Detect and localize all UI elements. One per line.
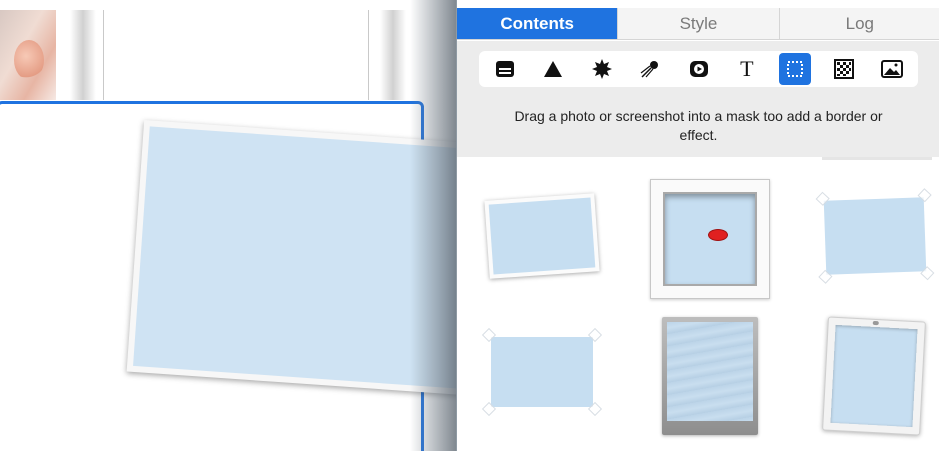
- mask-shadow-box-frame[interactable]: [650, 179, 770, 299]
- tab-log[interactable]: Log: [780, 8, 939, 39]
- checkerboard-icon[interactable]: [828, 53, 860, 85]
- element-type-selector: T: [479, 51, 918, 87]
- comet-icon[interactable]: [634, 53, 666, 85]
- text-icon[interactable]: T: [731, 53, 763, 85]
- mask-wavy-metal-frame[interactable]: [662, 317, 758, 435]
- tab-contents[interactable]: Contents: [457, 8, 619, 39]
- mask-hint-text: Drag a photo or screenshot into a mask t…: [457, 101, 939, 157]
- thumbnail-shadow: [380, 10, 406, 100]
- pin-icon: [872, 320, 879, 326]
- starburst-icon[interactable]: [586, 53, 618, 85]
- dragged-mask-preview[interactable]: [126, 120, 456, 396]
- mask-placeholder: [491, 337, 593, 407]
- mask-placeholder: [663, 192, 757, 286]
- thumbnail-divider: [103, 10, 104, 100]
- image-icon[interactable]: [876, 53, 908, 85]
- triangle-icon[interactable]: [537, 53, 569, 85]
- element-toolbar: T: [457, 41, 939, 101]
- mask-placeholder: [830, 324, 918, 428]
- mask-gallery: [457, 157, 939, 451]
- mask-taped-flat[interactable]: [481, 327, 603, 417]
- mask-placeholder: [488, 197, 596, 275]
- canvas-area[interactable]: [0, 0, 456, 451]
- mask-frame-icon[interactable]: [779, 53, 812, 85]
- inspector-panel: Contents Style Log T Drag a photo or scr…: [456, 0, 939, 451]
- thumbnail-divider: [368, 10, 369, 100]
- tab-style[interactable]: Style: [618, 8, 780, 39]
- mask-placeholder: [133, 126, 456, 390]
- panel-shadow: [410, 0, 458, 451]
- tab-bar: Contents Style Log: [457, 8, 939, 40]
- layers-icon[interactable]: [489, 53, 521, 85]
- mask-taped-photo[interactable]: [815, 188, 935, 284]
- mask-placeholder: [823, 197, 927, 275]
- thumbnail-shadow: [70, 10, 96, 100]
- lips-sticker-icon: [709, 230, 727, 240]
- thumbnail-strip: [0, 0, 456, 103]
- mask-pinned-frame[interactable]: [822, 316, 926, 436]
- mask-tilted-photo[interactable]: [484, 193, 600, 279]
- photo-thumbnail[interactable]: [0, 10, 56, 100]
- play-button-icon[interactable]: [683, 53, 715, 85]
- mask-placeholder: [667, 322, 753, 421]
